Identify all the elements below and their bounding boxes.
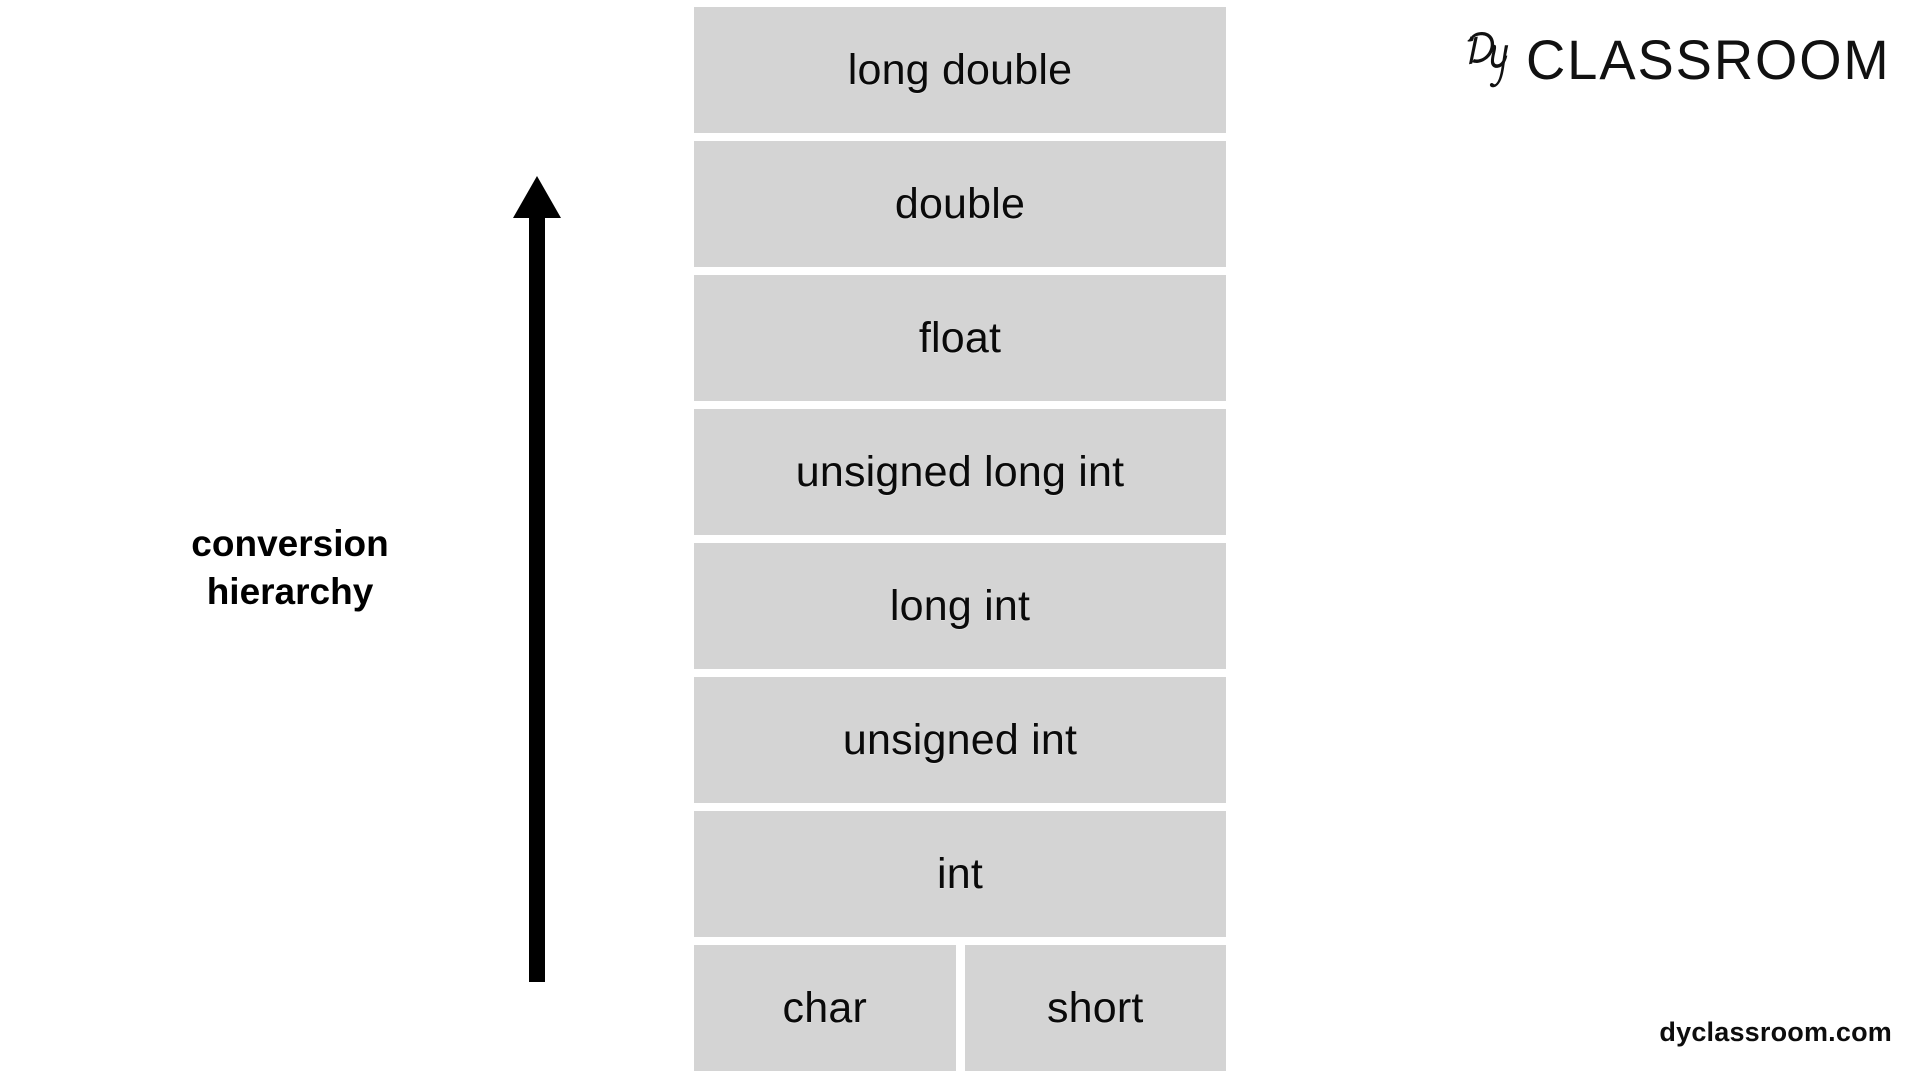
type-box-label: double: [894, 179, 1026, 228]
type-box-label: short: [1046, 983, 1144, 1032]
dy-script-monogram-icon: [1467, 32, 1509, 88]
type-box-unsigned-int: unsigned int: [694, 677, 1226, 803]
type-box-short: short: [964, 945, 1226, 1071]
type-box-unsigned-long-int: unsigned long int: [694, 409, 1226, 535]
type-box-label: char: [782, 983, 867, 1032]
logo-wordmark: CLASSROOM: [1526, 28, 1891, 91]
type-box-label: long double: [847, 45, 1073, 94]
site-url-footer: dyclassroom.com: [1659, 1017, 1892, 1047]
type-box-int: int: [694, 811, 1226, 937]
type-box-label: int: [936, 849, 983, 898]
type-box-label: unsigned long int: [795, 447, 1125, 496]
type-box-float: float: [694, 275, 1226, 401]
type-box-double: double: [694, 141, 1226, 267]
type-box-label: long int: [889, 581, 1031, 630]
type-box-long-double: long double: [694, 7, 1226, 133]
type-box-char: char: [694, 945, 956, 1071]
type-box-long-int: long int: [694, 543, 1226, 669]
type-conversion-stack: long double double float unsigned long i…: [694, 7, 1226, 1079]
conversion-hierarchy-label: conversion hierarchy: [191, 523, 389, 613]
type-box-label: unsigned int: [842, 715, 1078, 764]
type-box-label: float: [918, 313, 1002, 362]
type-row-char-short: char short: [694, 945, 1226, 1071]
brand-logo: CLASSROOM: [1464, 18, 1902, 88]
up-arrow-icon: [513, 176, 561, 982]
